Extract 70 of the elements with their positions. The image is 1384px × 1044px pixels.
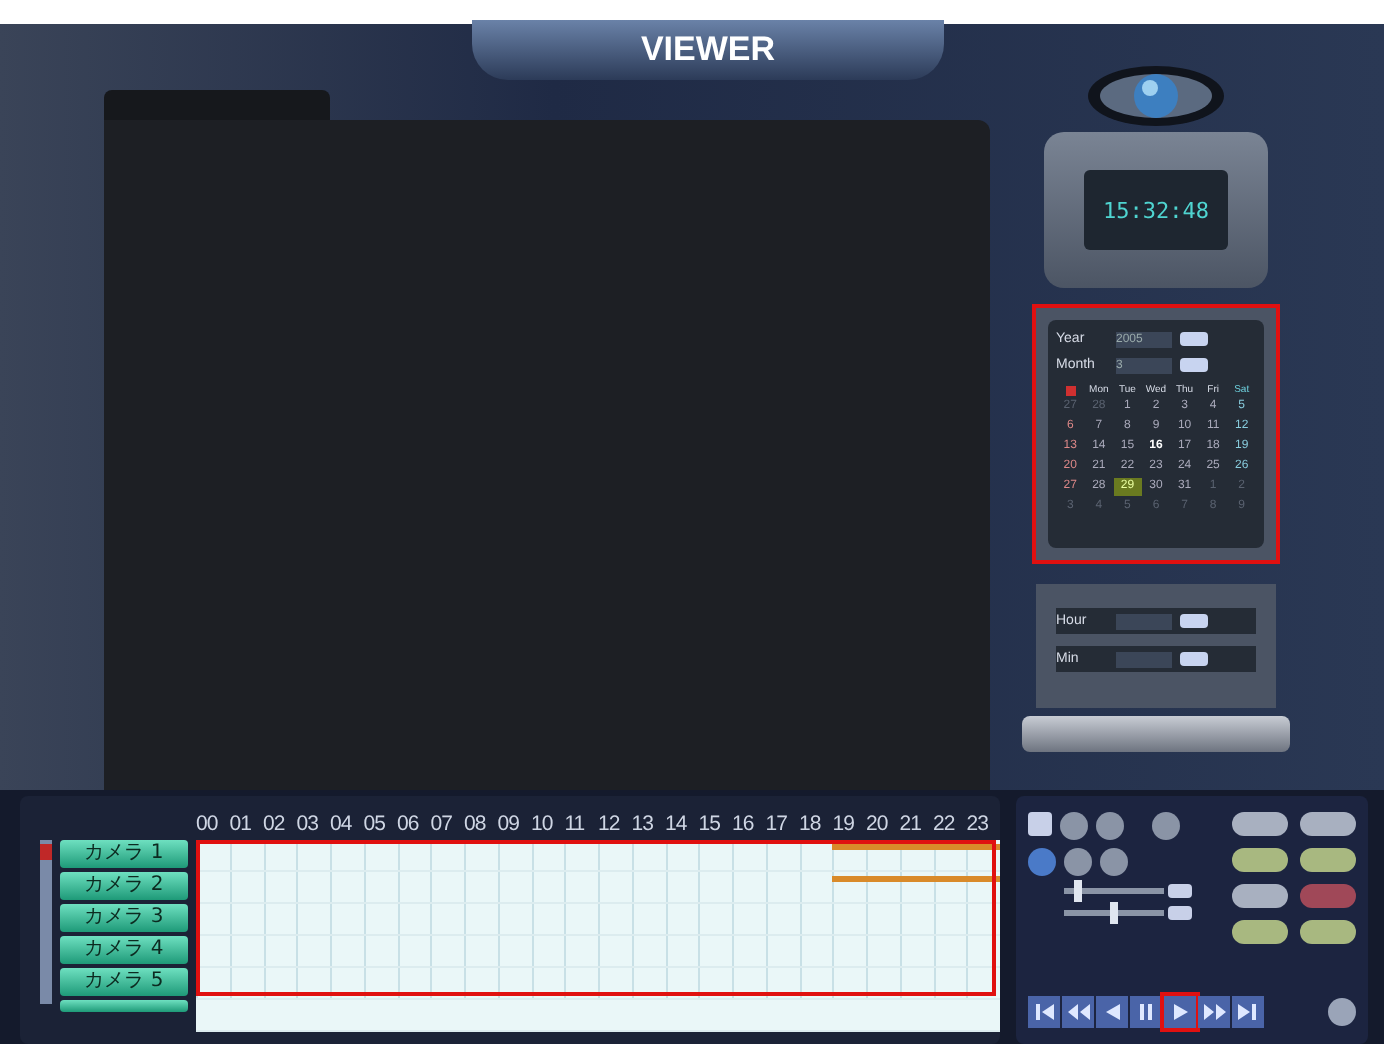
hour-label: 01 [229,812,253,836]
slider-thumb[interactable] [1074,880,1082,902]
camera-button[interactable]: カメラ 5 [60,968,188,996]
hour-label: 00 [196,812,220,836]
skip-start-icon [1030,998,1058,1026]
rewind-icon [1064,998,1092,1026]
scroll-bar[interactable] [40,840,52,1004]
hour-field[interactable] [1116,613,1172,629]
oval-button[interactable] [1300,848,1356,872]
round-button[interactable] [1064,848,1092,876]
skip-end-button[interactable] [1232,996,1264,1028]
slider-thumb[interactable] [1109,902,1117,924]
min-field[interactable] [1116,651,1172,667]
camera-button[interactable]: カメラ 3 [60,904,188,932]
oval-button[interactable] [1300,812,1356,836]
clock-time: 15:32:48 [1103,197,1209,223]
hour-label: 16 [732,812,756,836]
round-button[interactable] [1060,812,1088,840]
settings-button[interactable] [1328,998,1356,1026]
fast-forward-icon [1200,998,1228,1026]
play-button[interactable] [1164,996,1196,1028]
month-spinner[interactable] [1180,358,1208,372]
hour-label: 07 [430,812,454,836]
oval-button[interactable] [1232,848,1288,872]
window-title: VIEWER [640,30,776,70]
hour-label: 18 [799,812,823,836]
timeline-grid[interactable] [196,840,1000,1032]
hour-label: 22 [933,812,957,836]
pause-button[interactable] [1130,996,1162,1028]
round-button[interactable] [1096,812,1124,840]
hour-label: 17 [765,812,789,836]
hour-label: 15 [698,812,722,836]
hour-label: 04 [330,812,354,836]
min-spinner[interactable] [1180,652,1208,666]
fast-forward-button[interactable] [1198,996,1230,1028]
oval-button[interactable] [1232,920,1288,944]
slider-end-button[interactable] [1168,884,1192,898]
skip-end-icon [1234,998,1262,1026]
rewind-button[interactable] [1062,996,1094,1028]
hour-label: 14 [665,812,689,836]
hour-label: 06 [397,812,421,836]
hour-label: 03 [296,812,320,836]
camera-button[interactable]: カメラ 1 [60,840,188,868]
hour-label: 11 [564,812,587,836]
hour-label: 05 [363,812,387,836]
slider-end-button[interactable] [1168,906,1192,920]
sunday-marker [1065,385,1076,395]
hour-label: 10 [531,812,555,836]
hour-label: 12 [598,812,622,836]
oval-button[interactable] [1232,884,1288,908]
hour-label: 23 [966,812,990,836]
round-button[interactable] [1152,812,1180,840]
oval-button[interactable] [1300,920,1356,944]
hour-label: 13 [631,812,655,836]
hour-label: 02 [263,812,287,836]
hour-label: 19 [832,812,856,836]
eye-logo-icon [1086,60,1226,132]
hour-label: 20 [866,812,890,836]
camera-button[interactable]: カメラ 4 [60,936,188,964]
hour-label: 21 [899,812,923,836]
round-button[interactable] [1028,848,1056,876]
play-reverse-button[interactable] [1096,996,1128,1028]
hour-spinner[interactable] [1180,614,1208,628]
hour-label: 09 [497,812,521,836]
camera-button[interactable]: カメラ 2 [60,872,188,900]
hour-label: 08 [464,812,488,836]
skip-start-button[interactable] [1028,996,1060,1028]
year-spinner[interactable] [1180,332,1208,346]
oval-button[interactable] [1232,812,1288,836]
round-button[interactable] [1100,848,1128,876]
